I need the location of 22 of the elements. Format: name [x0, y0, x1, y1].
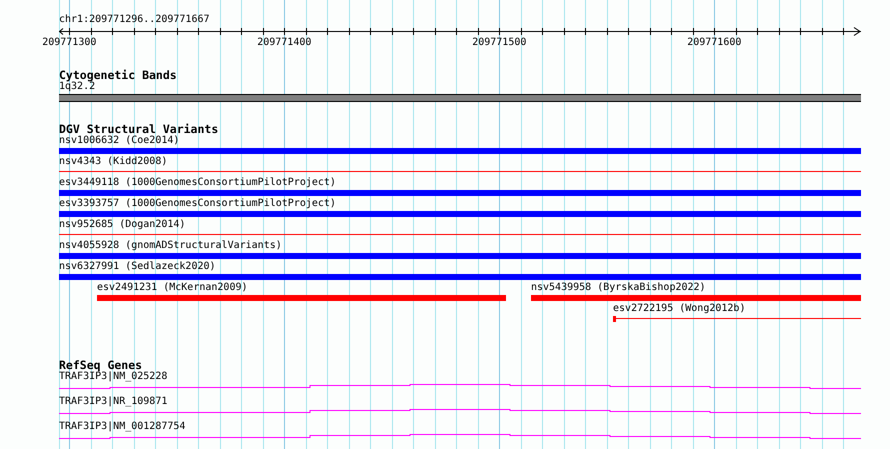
tick-label: 209771300	[42, 37, 96, 49]
track-title: RefSeq Genes	[59, 359, 142, 371]
feature-label: nsv952685 (Dogan2014)	[59, 219, 186, 231]
feature-label: esv2491231 (McKernan2009)	[97, 282, 248, 294]
feature-label: nsv4343 (Kidd2008)	[59, 156, 168, 168]
feature-label: esv3449118 (1000GenomesConsortiumPilotProject)	[59, 177, 336, 189]
feature-label: esv2722195 (Wong2012b)	[613, 303, 746, 315]
gene-label: TRAF3IP3|NM_025228	[59, 371, 168, 383]
feature-label: nsv4055928 (gnomADStructuralVariants)	[59, 240, 282, 252]
tick-label: 209771600	[687, 37, 742, 49]
track-title: DGV Structural Variants	[59, 123, 218, 135]
location-label: chr1:209771296..209771667	[59, 14, 210, 26]
tick-label: 209771400	[257, 37, 312, 49]
tick-label: 209771500	[472, 37, 526, 49]
track-title: Cytogenetic Bands	[59, 69, 177, 81]
feature-label: nsv5439958 (ByrskaBishop2022)	[530, 282, 706, 294]
band-label: 1q32.2	[59, 81, 96, 93]
gene-label: TRAF3IP3|NR_109871	[59, 396, 168, 408]
feature-label: nsv6327991 (Sedlazeck2020)	[59, 261, 216, 273]
feature-label: nsv1006632 (Coe2014)	[59, 135, 180, 147]
gene-label: TRAF3IP3|NM_001287754	[59, 421, 186, 433]
feature-label: esv3393757 (1000GenomesConsortiumPilotProject)	[59, 198, 336, 210]
